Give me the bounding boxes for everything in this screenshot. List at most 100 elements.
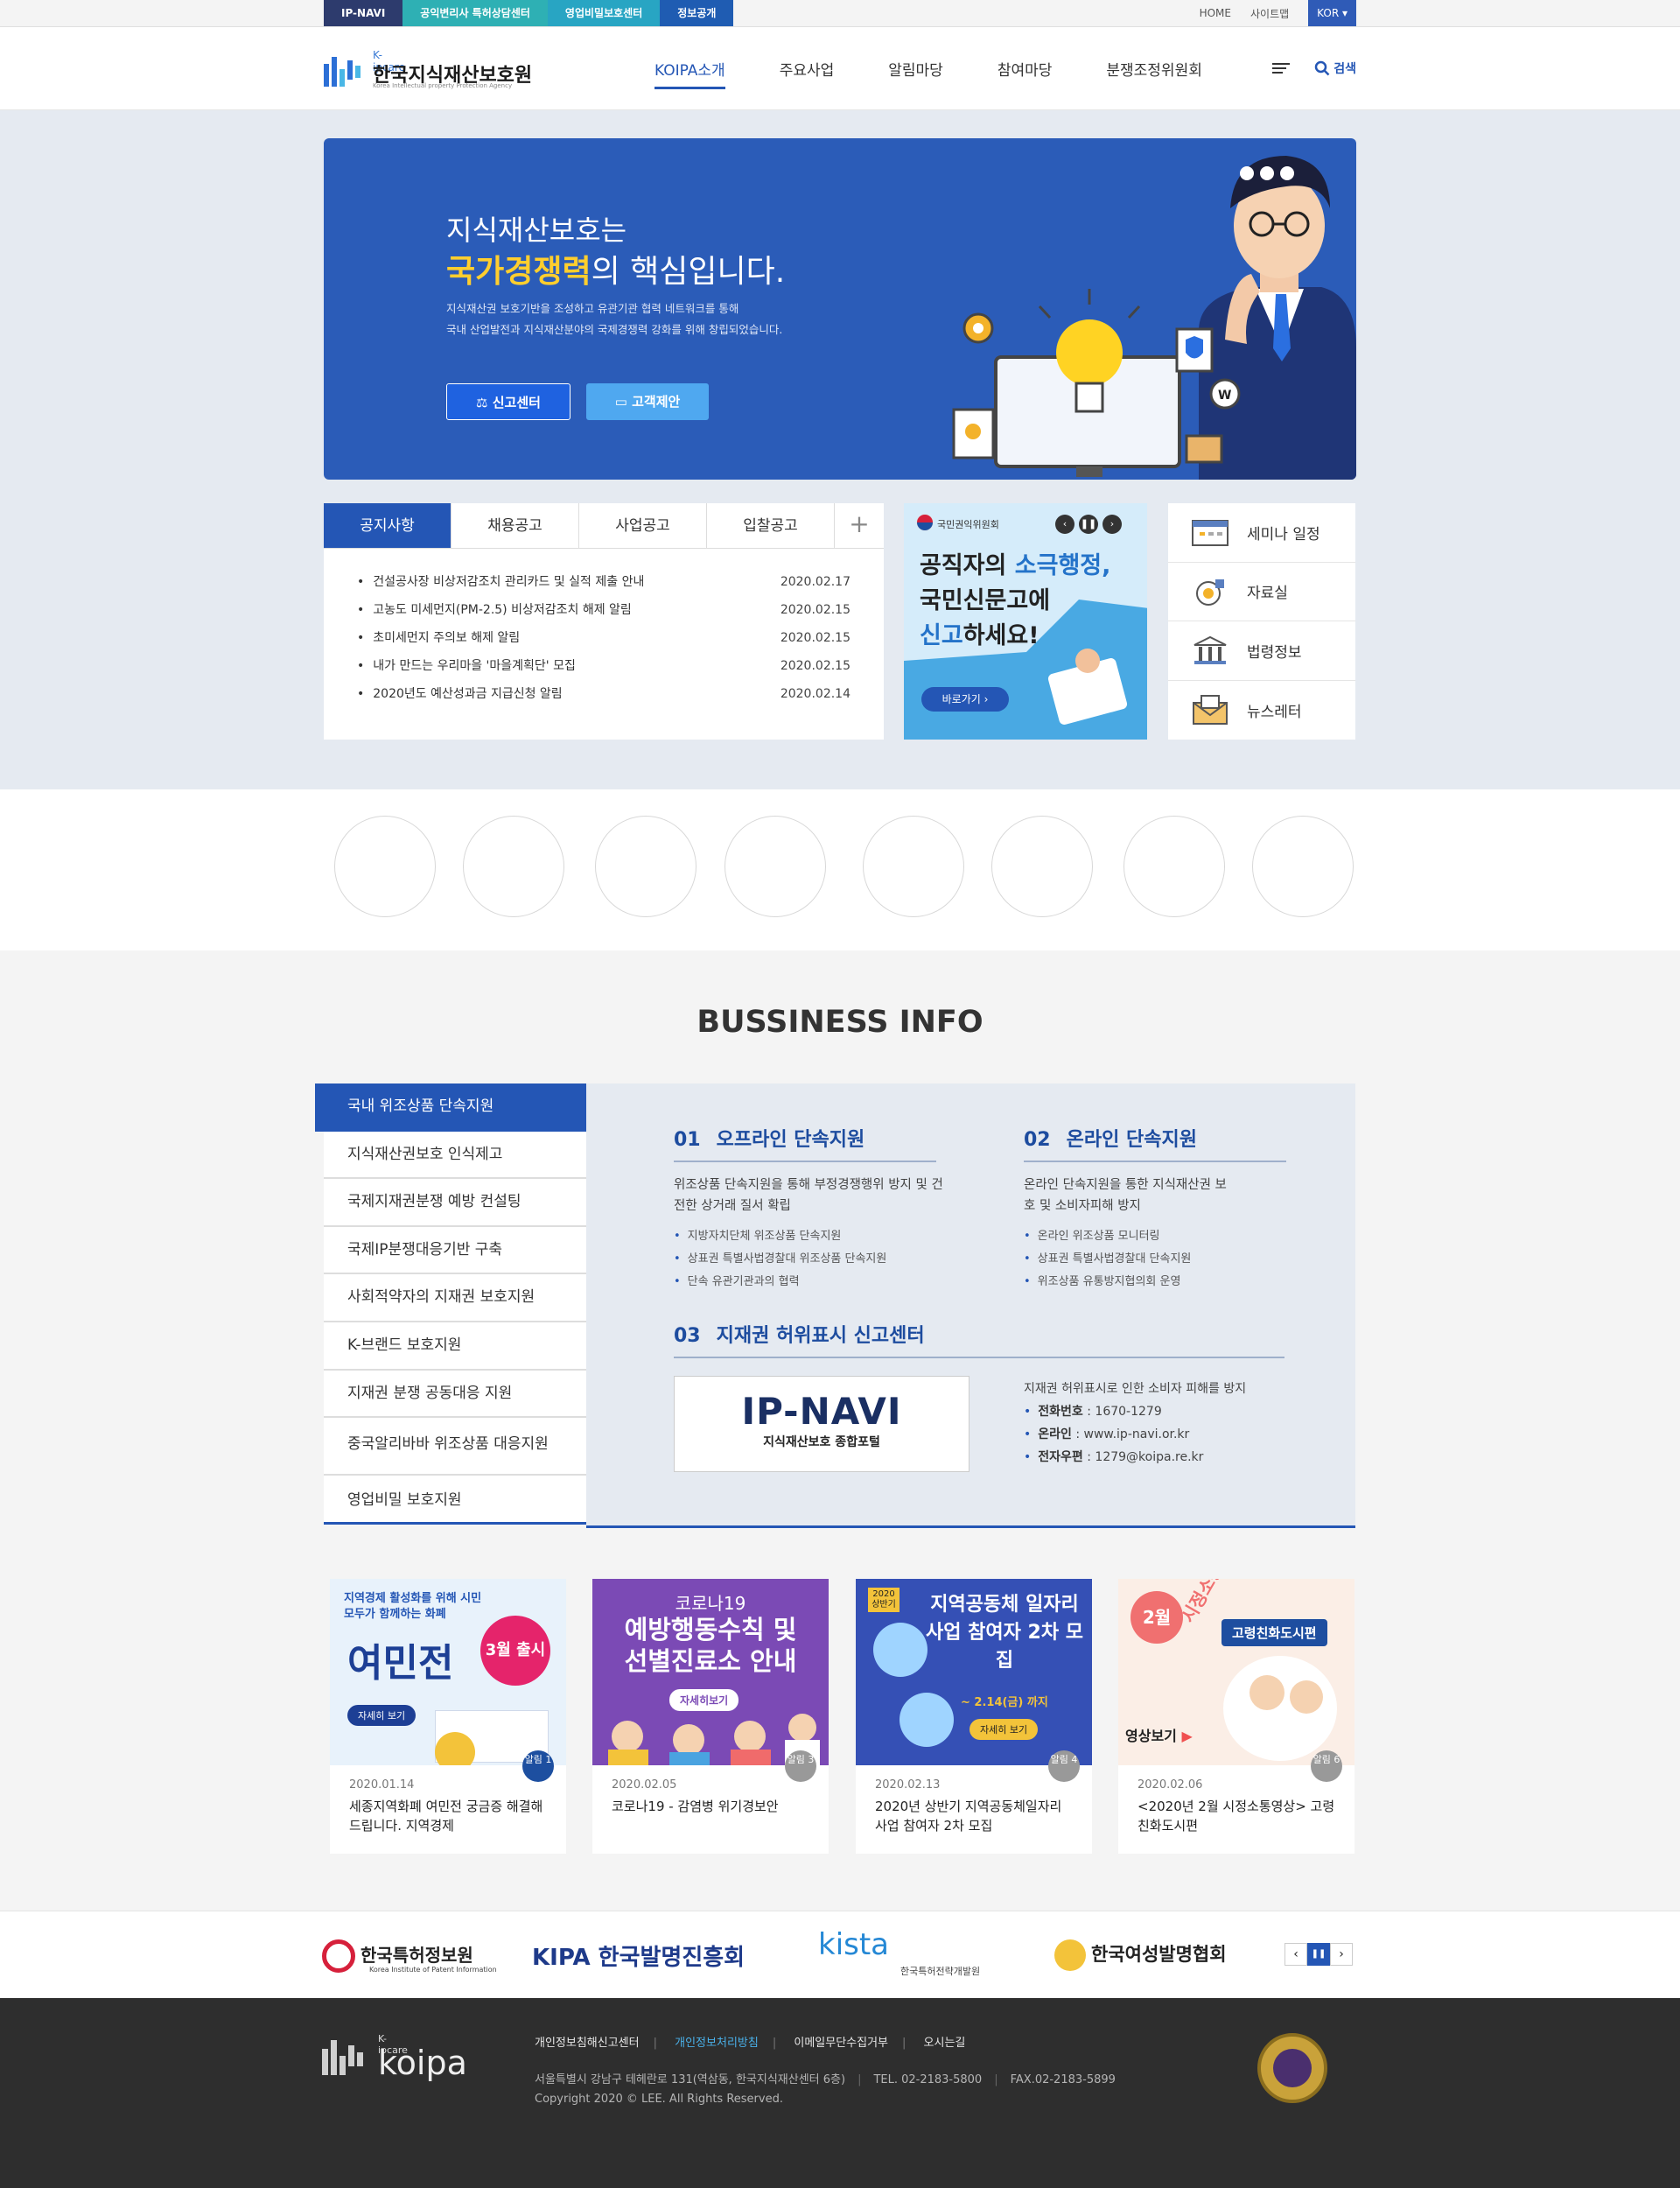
footer-link[interactable]: 오시는길 [924,2037,966,2050]
nav-dispute-committee[interactable]: 분쟁조정위원회 [1106,58,1201,89]
business-menu-item[interactable]: 국내 위조상품 단속지원 [315,1083,604,1132]
nav-notice[interactable]: 알림마당 [888,58,943,89]
card-people-circle [900,1693,954,1747]
nav-main-business[interactable]: 주요사업 [780,58,835,89]
tab-trade-secret[interactable]: 영업비밀보호센터 [547,0,661,26]
shortcut-circle[interactable] [724,816,826,917]
site-footer: K-ipcare koipa 개인정보침해신고센터 | 개인정보처리방침 | 이메일… [0,1998,1680,2188]
card-title: 2020년 상반기 지역공동체일자리 사업 참여자 2차 모집 [875,1799,1062,1834]
quick-law-label: 법령정보 [1247,643,1302,662]
footer-logo-text: koipa [378,2044,467,2082]
site-logo[interactable]: K-ipcare 한국지식재산보호원 Korea Intellectual pr… [324,49,532,93]
calendar-icon [1192,520,1228,547]
shortcut-circle[interactable] [334,816,436,917]
partner-pause-button[interactable]: ❚❚ [1307,1943,1330,1966]
list-item[interactable]: 2020년도 예산성과금 지급신청 알림 2020.02.14 [357,680,850,708]
partner-kista-name: kista [818,1927,890,1962]
info-online-label: 온라인 [1038,1427,1072,1441]
notice-date: 2020.02.14 [780,687,850,701]
business-menu-item[interactable]: 지식재산권보호 인식제고 [324,1131,586,1180]
partner-kipa[interactable]: KIPA 한국발명진흥회 [532,1939,745,1972]
nav-participation[interactable]: 참여마당 [998,58,1053,89]
tab-business-notice[interactable]: 사업공고 [579,503,707,548]
footer-link[interactable]: 이메일무단수집거부 [794,2037,888,2050]
quick-newsletter[interactable]: 뉴스레터 [1168,681,1355,740]
shortcut-circle[interactable] [1252,816,1354,917]
news-card[interactable]: 2020 상반기 지역공동체 일자리사업 참여자 2차 모집 ~ 2.14(금)… [856,1579,1092,1854]
banner-next-button[interactable]: › [1102,515,1122,534]
banner-line2b: 에 [1028,587,1051,614]
tab-ip-navi[interactable]: IP-NAVI [324,0,403,26]
section-heading-false-marking: 03 지재권 허위표시 신고센터 [674,1320,1284,1358]
banner-prev-button[interactable]: ‹ [1055,515,1074,534]
info-mail-label: 전자우편 [1038,1450,1083,1464]
language-select[interactable]: KOR ▾ [1308,0,1356,26]
customer-proposal-button[interactable]: ▭ 고객제안 [586,383,709,420]
partner-kipi[interactable]: 한국특허정보원 Korea Institute of Patent Inform… [322,1939,497,1974]
report-center-button[interactable]: ⚖ 신고센터 [446,383,570,420]
business-menu-item[interactable]: 국제지재권분쟁 예방 컨설팅 [324,1179,586,1227]
business-menu-item[interactable]: K-브랜드 보호지원 [324,1322,586,1371]
quick-seminar[interactable]: 세미나 일정 [1168,503,1355,563]
list-item[interactable]: 내가 만드는 우리마을 '마을계획단' 모집 2020.02.15 [357,652,850,680]
gavel-icon: ⚖ [476,395,488,410]
card-image: 2020 상반기 지역공동체 일자리사업 참여자 2차 모집 ~ 2.14(금)… [856,1579,1092,1765]
partner-prev-button[interactable]: ‹ [1284,1943,1307,1966]
sitemap-link[interactable]: 사이트맵 [1250,6,1289,21]
footer-link[interactable]: 개인정보침해신고센터 [535,2037,640,2050]
partner-kipi-name: 한국특허정보원 [360,1945,473,1966]
shortcut-circle[interactable] [463,816,564,917]
banner-pause-button[interactable]: ❚❚ [1079,515,1098,534]
hero-title-rest: 의 핵심입니다. [591,254,786,290]
business-menu-item[interactable]: 영업비밀 보호지원 [324,1476,586,1525]
home-link[interactable]: HOME [1200,7,1231,19]
list-item[interactable]: 초미세먼지 주의보 해제 알림 2020.02.15 [357,624,850,652]
news-card[interactable]: 코로나19 예방행동수칙 및 선별진료소 안내 자세히보기 알림 3 2020.… [592,1579,829,1854]
video-link: 영상보기 ▶ [1125,1724,1193,1745]
banner-go-button[interactable]: 바로가기 › [921,687,1009,712]
footer-link-privacy[interactable]: 개인정보처리방침 [675,2037,759,2050]
partner-kwia[interactable]: 한국여성발명협회 [1054,1939,1227,1971]
search-icon[interactable] [1314,60,1330,76]
card-image-title: 고령친화도시편 [1222,1619,1327,1646]
card-people-circle [873,1623,928,1677]
tab-bid-notice[interactable]: 입찰공고 [707,503,835,548]
partner-next-button[interactable]: › [1330,1943,1353,1966]
list-item[interactable]: 고농도 미세먼지(PM-2.5) 비상저감조치 해제 알림 2020.02.15 [357,596,850,624]
quick-law[interactable]: 법령정보 [1168,621,1355,681]
shortcut-circle[interactable] [1124,816,1225,917]
list-item: 상표권 특별사법경찰대 단속지원 [1024,1248,1304,1271]
ip-navi-logo-box[interactable]: IP-NAVI 지식재산보호 종합포털 [674,1376,970,1472]
shortcut-circle[interactable] [595,816,696,917]
notice-title: 건설공사장 비상저감조치 관리카드 및 실적 제출 안내 [357,568,644,596]
quick-archive[interactable]: 자료실 [1168,563,1355,621]
list-item[interactable]: 건설공사장 비상저감조치 관리카드 및 실적 제출 안내 2020.02.17 [357,568,850,596]
logo-bars-icon [324,57,360,87]
section-title: 지재권 허위표시 신고센터 [716,1325,925,1347]
tab-notice[interactable]: 공지사항 [324,503,452,548]
info-mail-value[interactable]: : 1279@koipa.re.kr [1083,1450,1203,1464]
business-menu-item[interactable]: 사회적약자의 지재권 보호지원 [324,1274,586,1322]
more-button[interactable]: + [835,503,884,548]
main-nav: KOIPA소개 주요사업 알림마당 참여마당 분쟁조정위원회 [654,58,1256,89]
separator: | [653,2037,657,2050]
shortcut-circle[interactable] [991,816,1093,917]
menu-icon[interactable] [1272,61,1292,75]
promo-banner[interactable]: 국민권익위원회 ‹ ❚❚ › 공직자의 소극행정, 국민신문고에 신고하세요! … [904,503,1147,740]
search-label[interactable]: 검색 [1334,60,1356,77]
business-menu-item[interactable]: 국제IP분쟁대응기반 구축 [324,1226,586,1275]
hero-desc-line2: 국내 산업발전과 지식재산분야의 국제경쟁력 강화를 위해 창립되었습니다. [446,323,783,336]
partner-kista[interactable]: kista 한국특허전략개발원 [818,1927,980,1977]
info-online-value[interactable]: : www.ip-navi.or.kr [1072,1427,1189,1441]
separator: | [772,2037,777,2050]
news-card[interactable]: 지역경제 활성화를 위해 시민 모두가 함께하는 화폐 여민전 3월 출시 자세… [330,1579,566,1854]
tab-info-disclosure[interactable]: 정보공개 [660,0,734,26]
business-menu-item[interactable]: 중국알리바바 위조상품 대응지원 [324,1418,586,1476]
tab-patent-consulting[interactable]: 공익변리사 특허상담센터 [402,0,548,26]
news-card[interactable]: 2월 시정소통영상 고령친화도시편 영상보기 ▶ 알림 6 2020.02.06… [1118,1579,1354,1854]
tab-recruit[interactable]: 채용공고 [452,503,579,548]
shortcut-circle[interactable] [863,816,964,917]
business-menu-item[interactable]: 지재권 분쟁 공동대응 지원 [324,1370,586,1419]
kwia-logo-icon [1054,1939,1086,1971]
nav-koipa-intro[interactable]: KOIPA소개 [654,58,725,89]
